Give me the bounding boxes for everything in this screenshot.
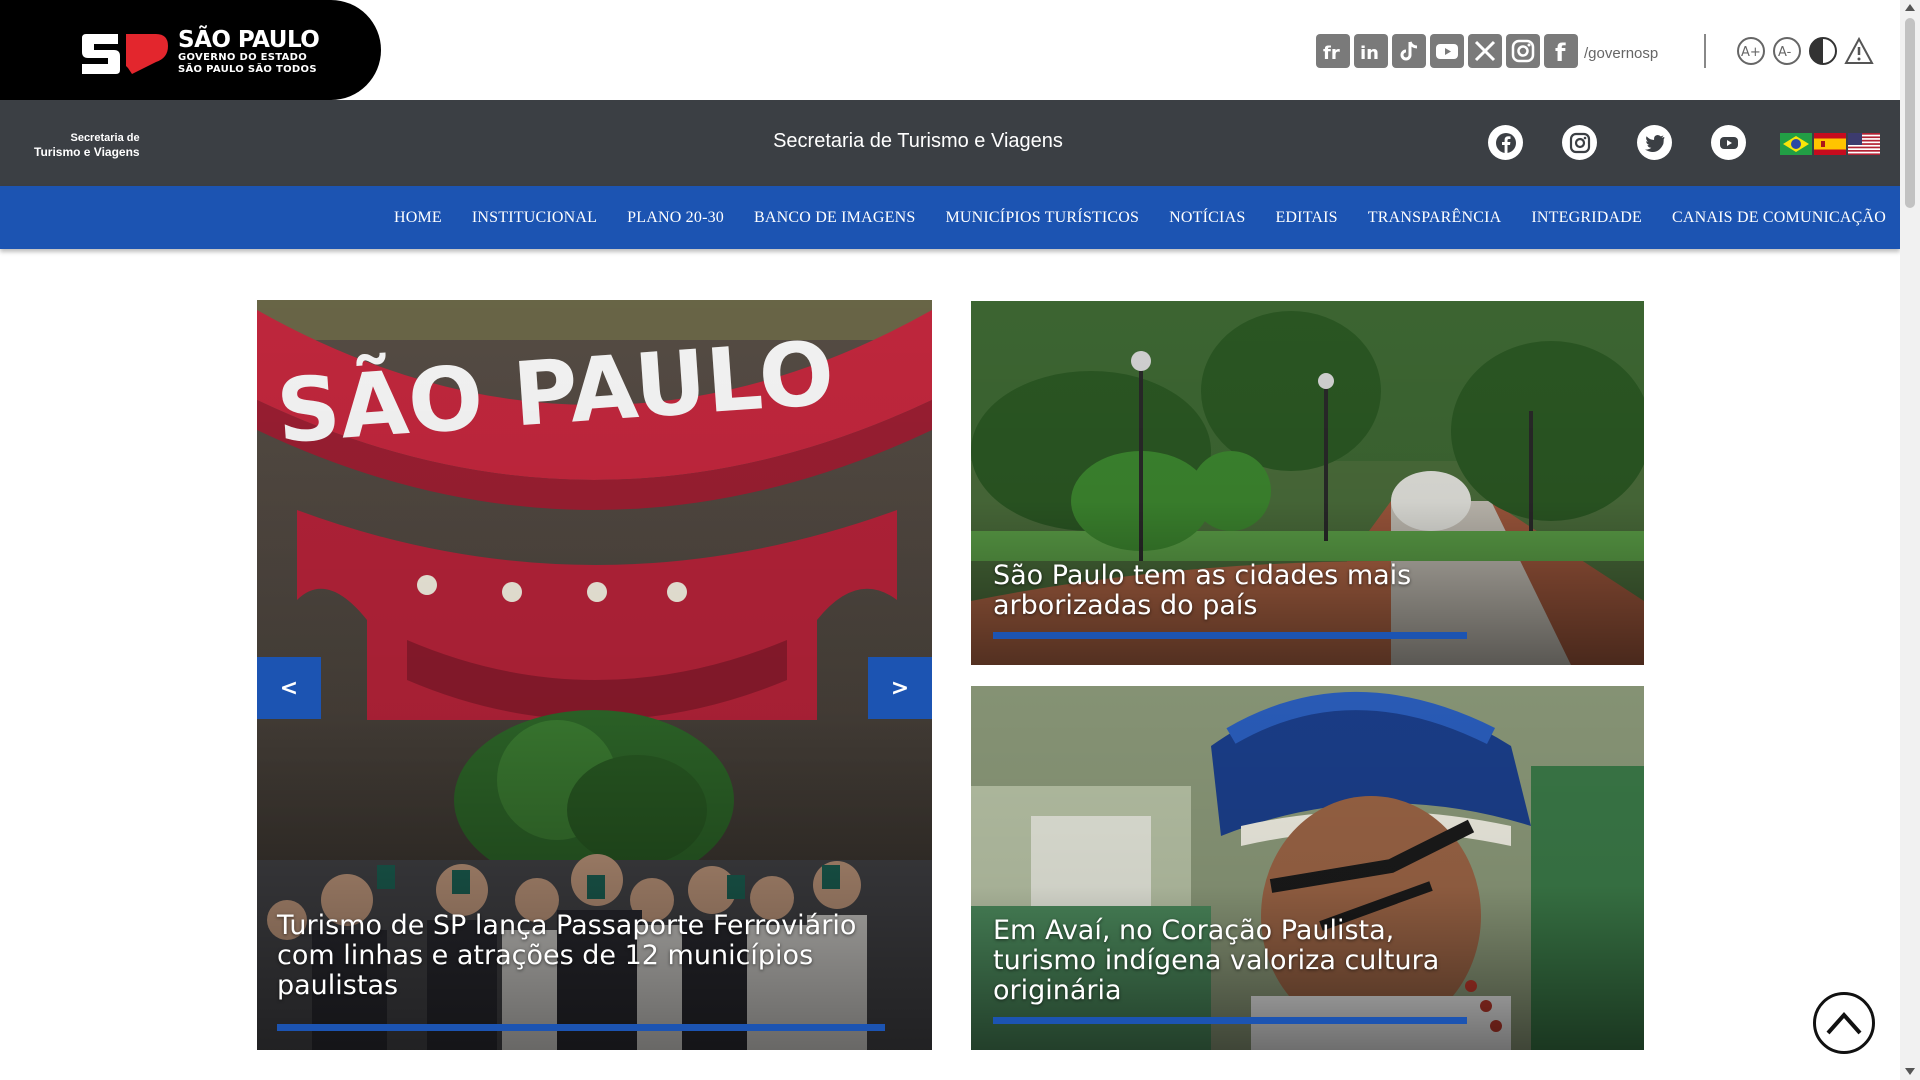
- news-caption[interactable]: Em Avaí, no Coração Paulista, turismo in…: [993, 916, 1453, 1006]
- sp-logo-icon: [82, 34, 168, 74]
- usa-flag-icon[interactable]: [1848, 133, 1880, 155]
- gov-social-links: fr in f: [1316, 34, 1578, 68]
- gov-logo-line2: GOVERNO DO ESTADO: [178, 52, 308, 63]
- spain-flag-icon[interactable]: [1814, 133, 1846, 155]
- language-selector: [1780, 133, 1880, 155]
- nav-item-municipios[interactable]: MUNICÍPIOS TURÍSTICOS: [945, 209, 1139, 227]
- youtube-icon[interactable]: [1711, 125, 1746, 160]
- youtube-icon[interactable]: [1430, 34, 1464, 68]
- svg-text:fr: fr: [1323, 43, 1340, 64]
- nav-item-institucional[interactable]: INSTITUCIONAL: [472, 209, 597, 227]
- news-card[interactable]: São Paulo tem as cidades mais arborizada…: [971, 301, 1644, 665]
- carousel-prev-button[interactable]: <: [257, 657, 321, 719]
- svg-text:A+: A+: [1741, 45, 1761, 60]
- social-handle[interactable]: /governosp: [1584, 45, 1658, 62]
- nav-item-home[interactable]: HOME: [394, 209, 442, 227]
- x-icon[interactable]: [1468, 34, 1502, 68]
- gov-logo-line1: SÃO PAULO: [178, 27, 320, 53]
- news-card[interactable]: Em Avaí, no Coração Paulista, turismo in…: [971, 686, 1644, 1050]
- scroll-to-top-button[interactable]: [1813, 992, 1875, 1054]
- main-nav: HOME INSTITUCIONAL PLANO 20-30 BANCO DE …: [0, 186, 1900, 249]
- svg-text:A-: A-: [1778, 45, 1792, 60]
- secretaria-bar: Secretaria de Turismo e Viagens Secretar…: [0, 100, 1900, 186]
- decrease-font-icon[interactable]: A-: [1772, 36, 1802, 66]
- svg-text:f: f: [1555, 39, 1566, 64]
- header-divider: [1704, 34, 1706, 68]
- news-caption-bar: [993, 632, 1467, 639]
- facebook-icon[interactable]: f: [1544, 34, 1578, 68]
- alert-icon[interactable]: [1844, 36, 1874, 66]
- nav-item-noticias[interactable]: NOTÍCIAS: [1169, 209, 1245, 227]
- nav-item-editais[interactable]: EDITAIS: [1275, 209, 1337, 227]
- twitter-icon[interactable]: [1637, 125, 1672, 160]
- brazil-flag-icon[interactable]: [1780, 133, 1812, 155]
- gov-header: SÃO PAULO GOVERNO DO ESTADO SÃO PAULO SÃ…: [0, 0, 1900, 100]
- tiktok-icon[interactable]: [1392, 34, 1426, 68]
- nav-item-integridade[interactable]: INTEGRIDADE: [1531, 209, 1642, 227]
- flickr-icon[interactable]: fr: [1316, 34, 1350, 68]
- news-caption[interactable]: São Paulo tem as cidades mais arborizada…: [993, 561, 1513, 621]
- news-caption-bar: [993, 1017, 1467, 1024]
- carousel-next-button[interactable]: >: [868, 657, 932, 719]
- instagram-icon[interactable]: [1562, 125, 1597, 160]
- nav-item-banco-imagens[interactable]: BANCO DE IMAGENS: [754, 209, 915, 227]
- scrollbar-thumb[interactable]: [1905, 18, 1915, 208]
- carousel-caption-bar: [277, 1024, 885, 1031]
- instagram-icon[interactable]: [1506, 34, 1540, 68]
- nav-item-plano[interactable]: PLANO 20-30: [627, 209, 724, 227]
- svg-text:in: in: [1360, 43, 1379, 64]
- increase-font-icon[interactable]: A+: [1736, 36, 1766, 66]
- chevron-up-icon: [1826, 1011, 1862, 1035]
- nav-items: HOME INSTITUCIONAL PLANO 20-30 BANCO DE …: [394, 186, 1886, 249]
- gov-logo-text: SÃO PAULO GOVERNO DO ESTADO SÃO PAULO SÃ…: [178, 27, 320, 75]
- scroll-down-arrow-icon[interactable]: [1905, 1068, 1915, 1075]
- gov-logo-line3: SÃO PAULO SÃO TODOS: [178, 64, 317, 75]
- linkedin-icon[interactable]: in: [1354, 34, 1388, 68]
- facebook-icon[interactable]: [1488, 125, 1523, 160]
- nav-item-canais[interactable]: CANAIS DE COMUNICAÇÃO: [1672, 209, 1886, 227]
- gov-logo[interactable]: SÃO PAULO GOVERNO DO ESTADO SÃO PAULO SÃ…: [0, 0, 381, 100]
- scroll-up-arrow-icon[interactable]: [1905, 4, 1915, 11]
- page: SÃO PAULO GOVERNO DO ESTADO SÃO PAULO SÃ…: [0, 0, 1920, 1080]
- accessibility-tools: A+ A-: [1736, 36, 1874, 66]
- page-scrollbar[interactable]: [1900, 0, 1920, 1080]
- carousel-slide[interactable]: SÃO PAULO Turismo de SP lança Passaporte…: [257, 300, 932, 1050]
- nav-item-transparencia[interactable]: TRANSPARÊNCIA: [1368, 209, 1502, 227]
- carousel-caption[interactable]: Turismo de SP lança Passaporte Ferroviár…: [277, 911, 877, 1001]
- secretaria-title: Secretaria de Turismo e Viagens: [773, 130, 1063, 152]
- contrast-icon[interactable]: [1808, 36, 1838, 66]
